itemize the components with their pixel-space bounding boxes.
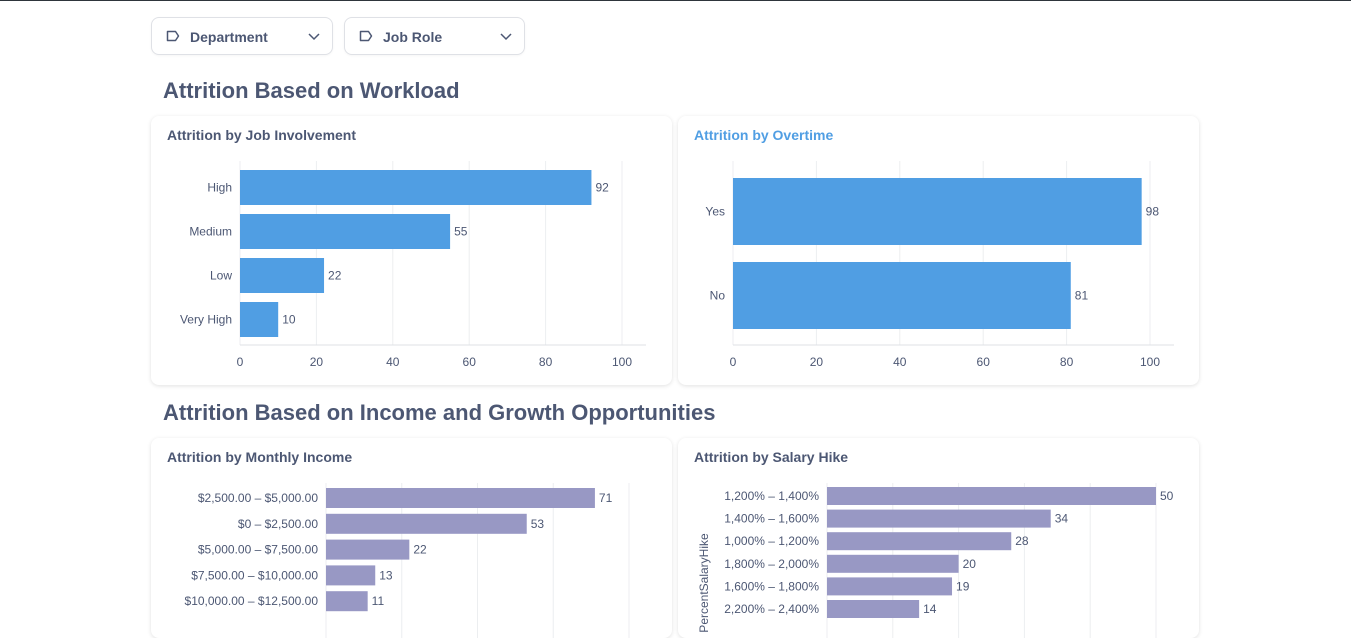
category-label: $7,500.00 – $10,000.00 <box>191 568 318 582</box>
department-filter-label: Department <box>190 29 268 45</box>
x-tick-label: 100 <box>1140 355 1160 369</box>
x-tick-label: 20 <box>810 355 824 369</box>
salary-hike-card[interactable]: Attrition by Salary Hike PercentSalaryHi… <box>678 438 1199 638</box>
value-label: 98 <box>1146 205 1160 219</box>
bar[interactable] <box>733 262 1071 329</box>
category-label: Low <box>210 269 232 283</box>
chevron-down-icon <box>500 33 512 41</box>
value-label: 13 <box>379 568 393 582</box>
value-label: 10 <box>282 313 296 327</box>
bar[interactable] <box>326 591 368 612</box>
monthly-income-card[interactable]: Attrition by Monthly Income $2,500.00 – … <box>151 438 672 638</box>
x-tick-label: 20 <box>310 355 324 369</box>
category-label: Very High <box>180 313 232 327</box>
value-label: 14 <box>923 602 937 616</box>
chevron-down-icon <box>308 33 320 41</box>
value-label: 34 <box>1055 512 1069 526</box>
bar[interactable] <box>733 178 1142 245</box>
x-tick-label: 80 <box>1060 355 1074 369</box>
x-tick-label: 60 <box>463 355 477 369</box>
section-title-workload: Attrition Based on Workload <box>163 78 460 103</box>
monthly-income-chart: $2,500.00 – $5,000.00 71 $0 – $2,500.00 53 $… <box>185 483 630 638</box>
category-label: 1,200% – 1,400% <box>724 489 819 503</box>
bar[interactable] <box>240 258 325 293</box>
bar[interactable] <box>827 600 920 618</box>
job-role-filter-label: Job Role <box>383 29 443 45</box>
category-label: High <box>207 181 232 195</box>
bar[interactable] <box>326 565 376 586</box>
bar[interactable] <box>240 302 279 337</box>
value-label: 81 <box>1075 289 1089 303</box>
bar[interactable] <box>326 513 527 534</box>
category-label: 1,400% – 1,600% <box>724 512 819 526</box>
bar[interactable] <box>827 532 1012 551</box>
category-label: Medium <box>189 225 232 239</box>
tag-icon <box>359 30 373 42</box>
bar[interactable] <box>827 509 1051 528</box>
overtime-chart: 0 20 40 60 80 100 Yes 98 No 81 <box>705 161 1174 369</box>
department-filter[interactable]: Department <box>151 17 333 55</box>
category-label: 2,200% – 2,400% <box>724 602 819 616</box>
value-label: 53 <box>531 517 545 531</box>
x-tick-label: 0 <box>237 355 244 369</box>
value-label: 92 <box>595 181 609 195</box>
category-label: $10,000.00 – $12,500.00 <box>185 594 319 608</box>
category-label: 1,000% – 1,200% <box>724 534 819 548</box>
salary-hike-chart: PercentSalaryHike1,200% – 1,400% 501,400%… <box>697 483 1174 638</box>
tag-icon <box>166 30 180 42</box>
category-label: No <box>710 289 726 303</box>
job-involvement-chart: 0 20 40 60 80 100 High 92 Medium 55 Low 22 Very High… <box>180 161 646 369</box>
category-label: Yes <box>705 205 725 219</box>
job-role-filter[interactable]: Job Role <box>344 17 525 55</box>
value-label: 20 <box>963 557 977 571</box>
overtime-card[interactable]: Attrition by Overtime 0 20 40 60 80 100 Yes 98 N… <box>678 116 1199 385</box>
bar[interactable] <box>240 170 592 205</box>
category-label: 1,800% – 2,000% <box>724 557 819 571</box>
value-label: 28 <box>1015 534 1029 548</box>
x-tick-label: 0 <box>730 355 737 369</box>
value-label: 71 <box>599 491 613 505</box>
value-label: 55 <box>454 225 468 239</box>
category-label: $5,000.00 – $7,500.00 <box>198 543 318 557</box>
category-label: $2,500.00 – $5,000.00 <box>198 491 318 505</box>
category-label: $0 – $2,500.00 <box>238 517 318 531</box>
x-tick-label: 80 <box>539 355 553 369</box>
job-involvement-card[interactable]: Attrition by Job Involvement 0 20 40 60 80 10… <box>151 116 672 385</box>
x-tick-label: 100 <box>612 355 632 369</box>
x-tick-label: 60 <box>977 355 991 369</box>
bar[interactable] <box>827 577 953 596</box>
value-label: 22 <box>328 269 342 283</box>
bar[interactable] <box>240 214 451 249</box>
bar[interactable] <box>326 488 595 508</box>
value-label: 11 <box>372 594 385 608</box>
bar[interactable] <box>827 487 1156 505</box>
value-label: 50 <box>1160 489 1174 503</box>
value-label: 22 <box>413 543 427 557</box>
x-tick-label: 40 <box>386 355 400 369</box>
section-title-income-growth: Attrition Based on Income and Growth Opp… <box>163 400 716 425</box>
category-label: 1,600% – 1,800% <box>724 579 819 593</box>
bar[interactable] <box>827 554 959 573</box>
bar[interactable] <box>326 539 410 560</box>
x-tick-label: 40 <box>893 355 907 369</box>
value-label: 19 <box>956 579 970 593</box>
